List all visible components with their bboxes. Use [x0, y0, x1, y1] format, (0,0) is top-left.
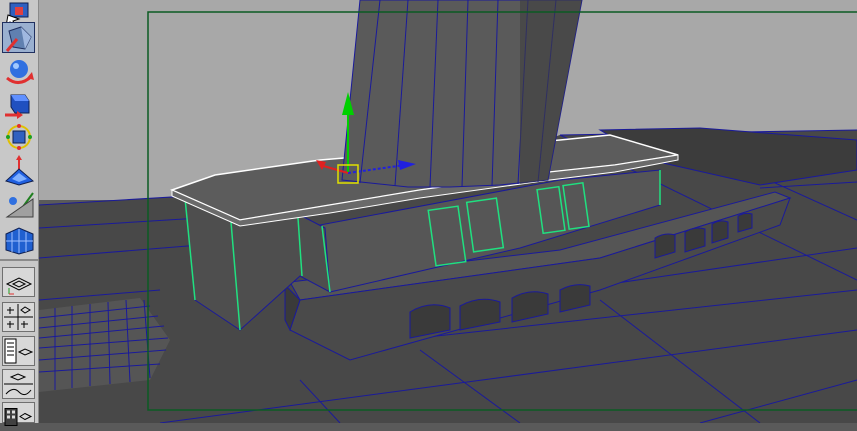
soft-modification-icon — [5, 192, 34, 218]
persp-graph-layout-icon — [4, 373, 33, 396]
move-tool-icon — [6, 60, 34, 84]
single-perspective-layout-icon — [5, 277, 33, 295]
toolbox — [0, 0, 39, 426]
rotate-tool-icon — [5, 94, 30, 119]
show-manipulator-icon — [5, 227, 34, 255]
four-view-layout-icon — [4, 304, 33, 330]
persp-outliner-layout-icon — [4, 338, 34, 364]
layout-hypershade[interactable] — [2, 402, 35, 426]
perspective-viewport[interactable] — [39, 0, 857, 423]
rotate-tool[interactable] — [2, 88, 35, 119]
soft-modification-tool[interactable] — [2, 188, 35, 219]
universal-manipulator-icon — [5, 155, 35, 186]
layout-single-perspective[interactable] — [2, 267, 35, 297]
scale-tool[interactable] — [2, 121, 35, 152]
scale-tool-icon — [6, 124, 32, 150]
lasso-tool-icon — [5, 26, 32, 52]
toolbox-separator — [0, 259, 38, 261]
hypershade-layout-icon — [4, 408, 33, 426]
lasso-tool[interactable] — [2, 22, 35, 53]
universal-manipulator-tool[interactable] — [2, 154, 35, 186]
layout-persp-outliner[interactable] — [2, 336, 35, 366]
show-manipulator-tool[interactable] — [2, 223, 35, 255]
viewport-canvas — [39, 0, 857, 423]
layout-four-view[interactable] — [2, 302, 35, 332]
layout-persp-graph[interactable] — [2, 369, 35, 399]
move-tool[interactable] — [2, 55, 35, 86]
